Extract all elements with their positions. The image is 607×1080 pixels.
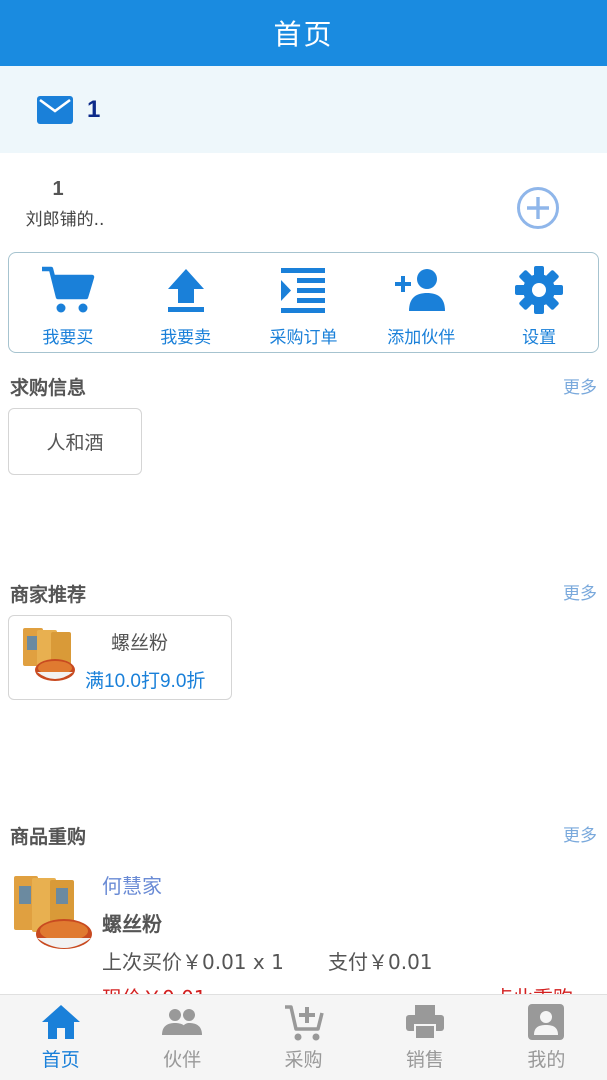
shop-summary[interactable]: 1 刘郎铺的.. xyxy=(0,178,130,230)
action-add-partner[interactable]: 添加伙伴 xyxy=(362,253,480,352)
rebuy-more-link[interactable]: 更多 xyxy=(563,821,597,846)
merchants-more-link[interactable]: 更多 xyxy=(563,579,597,604)
demand-item[interactable]: 人和酒 xyxy=(8,408,142,475)
add-person-icon xyxy=(395,269,446,311)
tab-partners[interactable]: 伙伴 xyxy=(121,995,242,1080)
merchant-promo: 满10.0打9.0折 xyxy=(85,671,206,692)
merchant-product-name: 螺丝粉 xyxy=(111,632,169,654)
profile-icon xyxy=(528,1004,565,1040)
rebuy-section-title: 商品重购 xyxy=(10,826,87,848)
action-buy-label: 我要买 xyxy=(42,328,94,348)
action-settings-label: 设置 xyxy=(522,328,557,348)
upload-icon xyxy=(167,269,204,312)
message-count: 1 xyxy=(87,95,101,123)
action-purchase-orders-label: 采购订单 xyxy=(269,328,338,348)
tab-sales-label: 销售 xyxy=(405,1049,444,1071)
rebuy-product-name: 螺丝粉 xyxy=(102,912,162,936)
shop-count: 1 xyxy=(52,178,64,200)
rebuy-last-price: 上次买价￥0.01 x 1 xyxy=(102,950,284,974)
message-bar[interactable]: 1 xyxy=(0,66,607,153)
cart-add-icon xyxy=(284,1005,324,1041)
tab-home-label: 首页 xyxy=(41,1049,80,1071)
merchants-section-title: 商家推荐 xyxy=(10,584,87,606)
tab-mine[interactable]: 我的 xyxy=(486,995,607,1080)
people-icon xyxy=(162,1009,203,1035)
action-add-partner-label: 添加伙伴 xyxy=(387,328,456,348)
page-title: 首页 xyxy=(273,18,334,51)
product-image xyxy=(14,876,92,949)
rebuy-paid: 支付￥0.01 xyxy=(328,950,433,974)
home-icon xyxy=(41,1005,80,1039)
quick-actions: 我要买 我要卖 采购订单 添加伙伴 设置 xyxy=(8,252,599,353)
demand-more-link[interactable]: 更多 xyxy=(563,373,597,398)
demand-section-title: 求购信息 xyxy=(10,377,87,399)
gear-icon xyxy=(515,266,564,314)
tab-partners-label: 伙伴 xyxy=(163,1049,202,1071)
action-sell[interactable]: 我要卖 xyxy=(127,253,245,352)
add-circle-icon[interactable] xyxy=(516,186,560,230)
action-buy[interactable]: 我要买 xyxy=(9,253,127,352)
merchant-card[interactable]: 螺丝粉 满10.0打9.0折 xyxy=(8,615,232,700)
rebuy-shop-name[interactable]: 何慧家 xyxy=(102,870,162,899)
action-settings[interactable]: 设置 xyxy=(480,253,598,352)
printer-icon xyxy=(405,1005,444,1040)
tab-sales[interactable]: 销售 xyxy=(364,995,485,1080)
list-indent-icon xyxy=(281,268,326,313)
mail-icon xyxy=(37,95,73,124)
action-sell-label: 我要卖 xyxy=(160,328,212,348)
bottom-tab-bar: 首页 伙伴 采购 销售 我的 xyxy=(0,994,607,1080)
product-image xyxy=(23,628,75,681)
top-bar: 首页 xyxy=(0,0,607,66)
tab-purchase-label: 采购 xyxy=(284,1049,323,1071)
action-purchase-orders[interactable]: 采购订单 xyxy=(245,253,363,352)
cart-icon xyxy=(41,266,95,313)
tab-mine-label: 我的 xyxy=(527,1049,566,1071)
shop-name: 刘郎铺的.. xyxy=(25,210,105,230)
tab-home[interactable]: 首页 xyxy=(0,995,121,1080)
tab-purchase[interactable]: 采购 xyxy=(243,995,364,1080)
rebuy-item[interactable]: 何慧家 螺丝粉 上次买价￥0.01 x 1 支付￥0.01 现价￥0.01 点此… xyxy=(0,866,607,996)
